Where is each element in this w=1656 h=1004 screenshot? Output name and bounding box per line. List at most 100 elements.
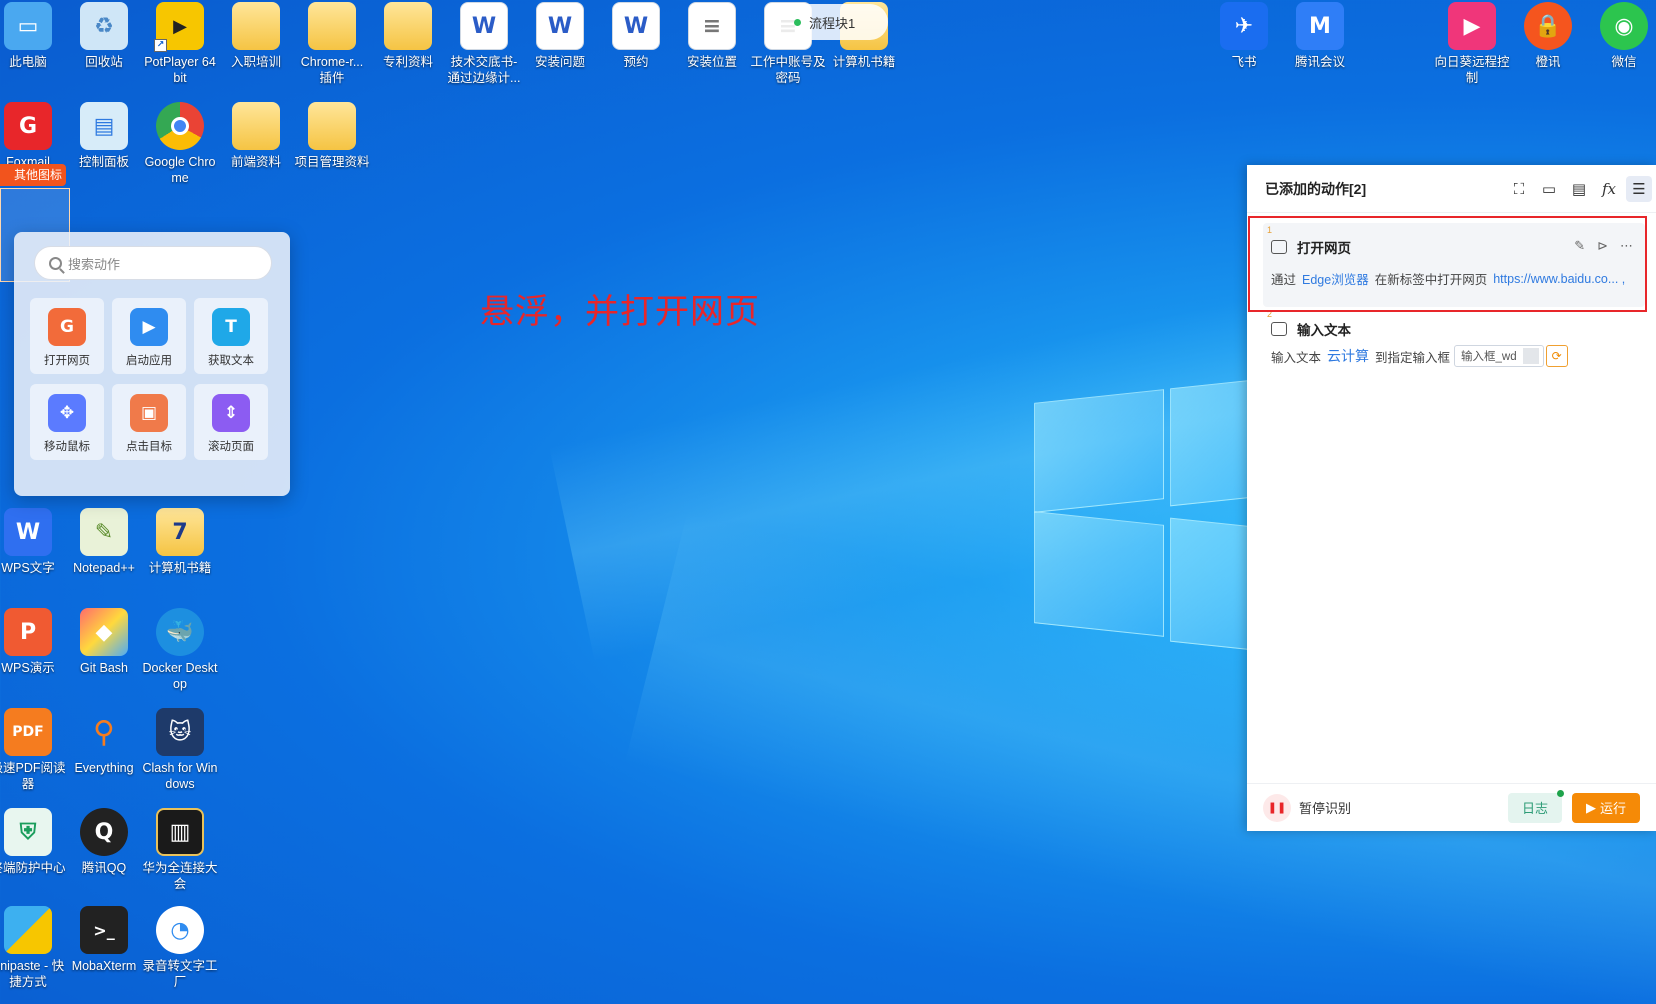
desktop-icon-control-panel[interactable]: ▤ 控制面板: [66, 100, 142, 196]
desktop-icon-wps-writer[interactable]: W WPS文字: [0, 506, 66, 602]
desktop-icon-pm-folder[interactable]: 项目管理资料: [294, 100, 370, 196]
sunflower-icon: ▶: [1448, 2, 1496, 50]
action-move-mouse[interactable]: ✥ 移动鼠标: [30, 384, 104, 460]
action-open-webpage[interactable]: G 打开网页: [30, 298, 104, 374]
lock-app-icon: 🔒: [1524, 2, 1572, 50]
launch-app-icon: ▶: [130, 308, 168, 346]
move-mouse-icon: ✥: [48, 394, 86, 432]
pdf-icon: PDF: [4, 708, 52, 756]
pause-label[interactable]: 暂停识别: [1299, 798, 1508, 817]
desktop-icon-this-pc[interactable]: ▭ 此电脑: [0, 0, 66, 96]
desktop-icon-docker[interactable]: 🐳 Docker Desktop: [142, 606, 218, 702]
snipaste-icon: [4, 906, 52, 954]
monitor-icon[interactable]: ▭: [1536, 176, 1562, 202]
desktop-icon-install-location[interactable]: ≡ 安装位置: [674, 0, 750, 96]
desktop-icon-potplayer[interactable]: ▶ ↗ PotPlayer 64 bit: [142, 0, 218, 96]
url-value[interactable]: https://www.baidu.co... ,: [1493, 272, 1625, 286]
run-button[interactable]: ▶ 运行: [1571, 792, 1640, 823]
click-target-icon: ▣: [130, 394, 168, 432]
actions-panel: 已添加的动作[2] ⛶ ▭ ▤ fx ☰ 1 打开网页 ✎ ⊳ ⋯ 通过 Edg…: [1247, 165, 1656, 831]
notepad-icon: ✎: [80, 508, 128, 556]
step-card-input-text[interactable]: 2 输入文本 输入文本 云计算 到指定输入框 输入框_wd ⟳: [1263, 307, 1645, 371]
step-card-open-webpage[interactable]: 1 打开网页 ✎ ⊳ ⋯ 通过 Edge浏览器 在新标签中打开网页 https:…: [1263, 223, 1645, 307]
tencent-meeting-icon: M: [1296, 2, 1344, 50]
other-icons-tag[interactable]: 其他图标: [0, 164, 66, 186]
flow-block-pill[interactable]: 流程块1: [776, 4, 888, 40]
step-title: 打开网页: [1297, 241, 1351, 256]
keyboard-icon: [1271, 322, 1287, 336]
form-icon[interactable]: ▤: [1566, 176, 1592, 202]
desktop-icon-chrome-plugin-folder[interactable]: Chrome-r... 插件: [294, 0, 370, 96]
indent-list-icon[interactable]: ☰: [1626, 175, 1652, 202]
desktop-icon-tech-doc[interactable]: W 技术交底书-通过边缘计...: [446, 0, 522, 96]
desktop-icon-recycle-bin[interactable]: ♻ 回收站: [66, 0, 142, 96]
desktop-icon-sunflower[interactable]: ▶ 向日葵远程控制: [1434, 0, 1510, 96]
action-get-text[interactable]: T 获取文本: [194, 298, 268, 374]
docker-icon: 🐳: [156, 608, 204, 656]
input-box-target[interactable]: 输入框_wd: [1454, 345, 1544, 367]
desktop-icon-tencent-meeting[interactable]: M 腾讯会议: [1282, 0, 1358, 96]
wechat-icon: ◉: [1600, 2, 1648, 50]
desktop-icon-install-issues[interactable]: W 安装问题: [522, 0, 598, 96]
desktop-icon-endpoint-protection[interactable]: ⛨ 终端防护中心: [0, 806, 66, 902]
desktop-icon-snipaste[interactable]: Snipaste - 快捷方式: [0, 904, 66, 1000]
terminal-icon: >_: [80, 906, 128, 954]
recorder-icon: ◔: [156, 906, 204, 954]
potplayer-icon: ▶ ↗: [154, 2, 204, 52]
desktop-icon-chengxun[interactable]: 🔒 橙讯: [1510, 0, 1586, 96]
shield-icon: ⛨: [4, 808, 52, 856]
action-launch-app[interactable]: ▶ 启动应用: [112, 298, 186, 374]
git-icon: ◆: [80, 608, 128, 656]
refresh-icon[interactable]: ⟳: [1545, 345, 1568, 367]
browser-value[interactable]: Edge浏览器: [1302, 269, 1369, 288]
desktop-icon-chrome[interactable]: Google Chrome: [142, 100, 218, 196]
desktop-icon-onboarding-folder[interactable]: 入职培训: [218, 0, 294, 96]
function-icon[interactable]: fx: [1596, 176, 1622, 202]
status-dot: [794, 18, 801, 26]
desktop-icon-huawei-conf[interactable]: ▥ 华为全连接大会: [142, 806, 218, 902]
play-icon[interactable]: ⊳: [1597, 239, 1608, 254]
desktop-icon-pdf-reader[interactable]: PDF 极速PDF阅读器: [0, 706, 66, 802]
folder-icon: [384, 2, 432, 50]
log-button[interactable]: 日志: [1507, 789, 1564, 823]
desktop-icon-mobaxterm[interactable]: >_ MobaXterm: [66, 904, 142, 1000]
edit-icon[interactable]: ✎: [1574, 239, 1585, 254]
desktop-icon-feishu[interactable]: ✈ 飞书: [1206, 0, 1282, 96]
desktop-icon-recorder[interactable]: ◔ 录音转文字工厂: [142, 904, 218, 1000]
pause-icon[interactable]: ❚❚: [1263, 793, 1291, 822]
word-doc-icon: W: [460, 2, 508, 50]
recycle-bin-icon: ♻: [80, 2, 128, 50]
folder-icon: [308, 102, 356, 150]
desktop-icon-git-bash[interactable]: ◆ Git Bash: [66, 606, 142, 702]
desktop-icon-cs-books-2[interactable]: 7 计算机书籍: [142, 506, 218, 602]
desktop-icon-patent-folder[interactable]: 专利资料: [370, 0, 446, 96]
desktop-icon-wechat[interactable]: ◉ 微信: [1586, 0, 1656, 96]
book-icon: ▥: [156, 808, 204, 856]
text-doc-icon: ≡: [688, 2, 736, 50]
webpage-icon: G: [48, 308, 86, 346]
control-panel-icon: ▤: [80, 102, 128, 150]
screenshot-icon[interactable]: ⛶: [1506, 176, 1532, 202]
annotation-text: 悬浮，并打开网页: [480, 292, 760, 332]
more-icon[interactable]: ⋯: [1620, 239, 1633, 254]
desktop-icon-frontend-folder[interactable]: 前端资料: [218, 100, 294, 196]
desktop-icon-notepad[interactable]: ✎ Notepad++: [66, 506, 142, 602]
panel-footer: ❚❚ 暂停识别 日志 ▶ 运行: [1247, 783, 1656, 831]
action-click-target[interactable]: ▣ 点击目标: [112, 384, 186, 460]
book-folder-icon: 7: [156, 508, 204, 556]
text-value[interactable]: 云计算: [1327, 346, 1369, 366]
play-icon: ▶: [1585, 799, 1596, 815]
folder-icon: [232, 102, 280, 150]
desktop-icon-clash[interactable]: 🐱 Clash for Windows: [142, 706, 218, 802]
wps-presentation-icon: P: [4, 608, 52, 656]
desktop-icon-everything[interactable]: ⚲ Everything: [66, 706, 142, 802]
action-scroll-page[interactable]: ⇕ 滚动页面: [194, 384, 268, 460]
action-search-input[interactable]: 搜索动作: [34, 246, 272, 280]
desktop-icon-appointment[interactable]: W 预约: [598, 0, 674, 96]
action-popup: 搜索动作 G 打开网页 ▶ 启动应用 T 获取文本 ✥ 移动鼠标 ▣ 点击目标 …: [14, 232, 290, 496]
desktop-icon-qq[interactable]: Q 腾讯QQ: [66, 806, 142, 902]
foxmail-icon: G: [4, 102, 52, 150]
computer-icon: ▭: [4, 2, 52, 50]
desktop-icon-wps-presentation[interactable]: P WPS演示: [0, 606, 66, 702]
search-app-icon: ⚲: [93, 714, 115, 750]
